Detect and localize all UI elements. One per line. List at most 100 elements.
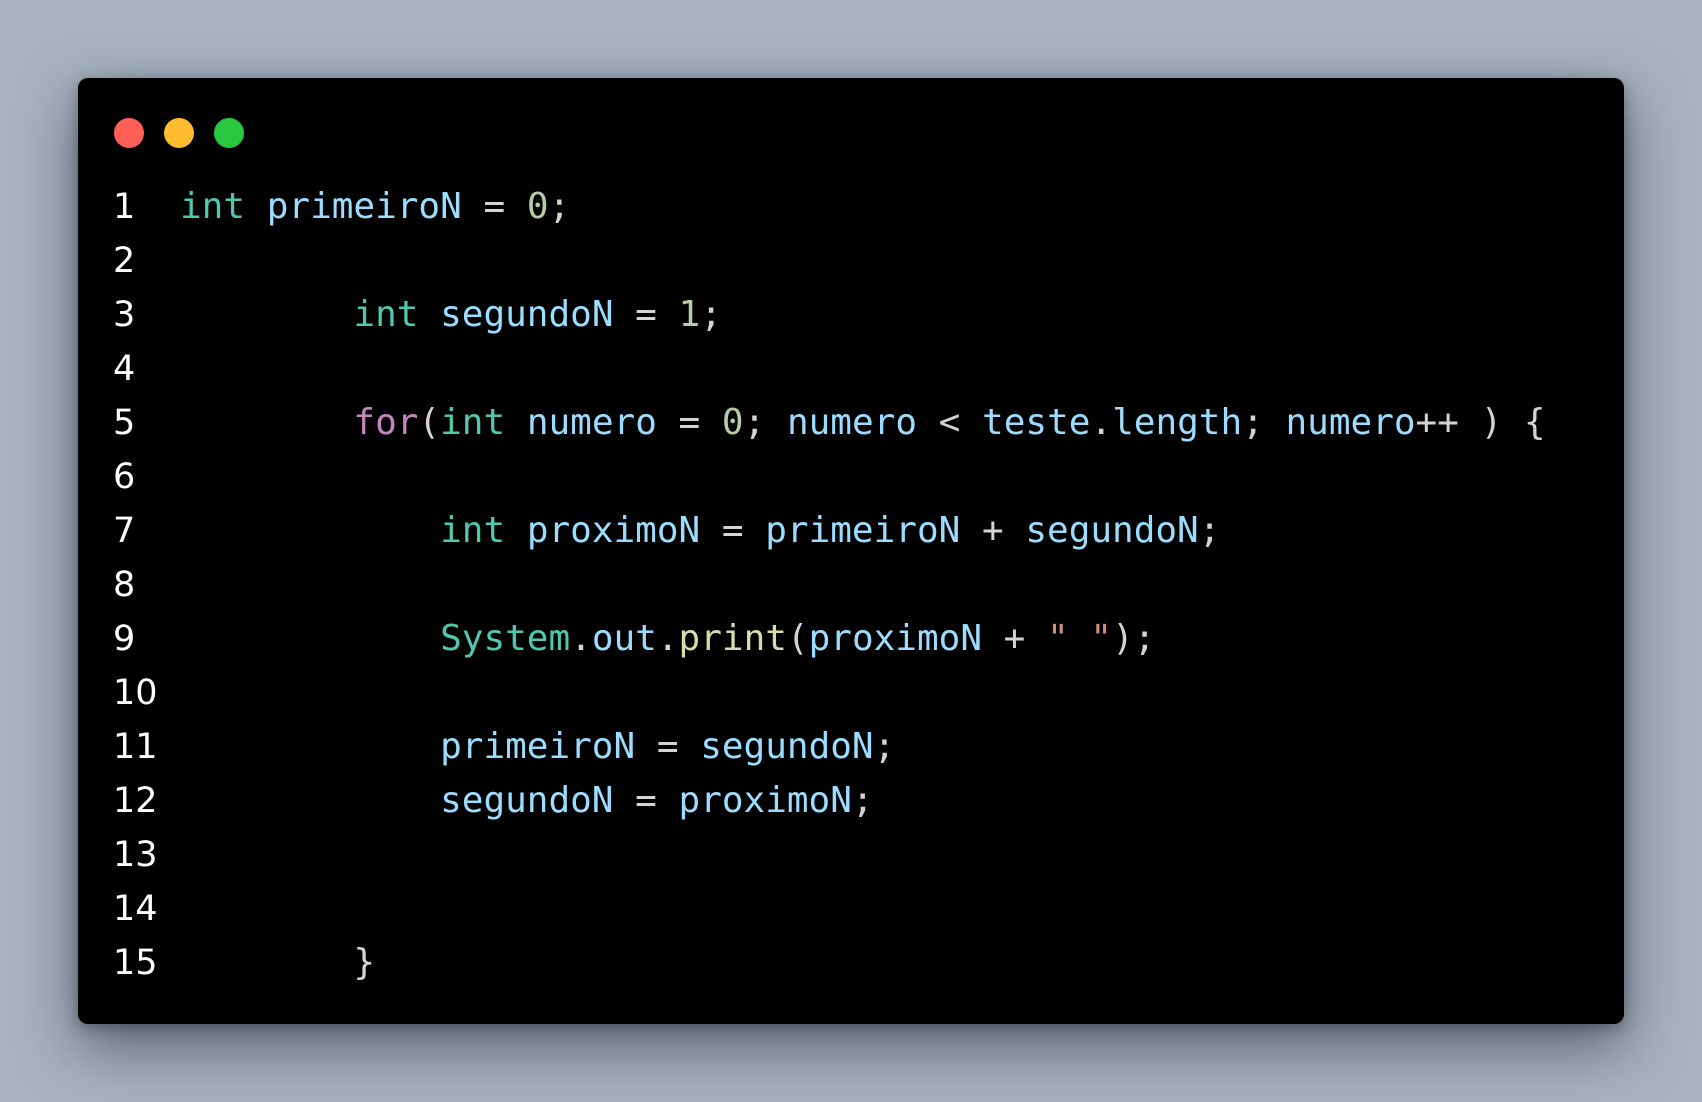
code-token: numero: [526, 402, 657, 443]
line-number: 13: [113, 835, 158, 875]
code-line: 5 for(int numero = 0; numero < teste.len…: [78, 396, 1624, 450]
code-editor[interactable]: 1 int primeiroN = 0; 2 3 int segundoN = 1; 4…: [78, 180, 1624, 990]
code-token: int: [180, 186, 246, 227]
code-line: 15 }: [78, 936, 1624, 990]
code-line: 6: [78, 450, 1624, 504]
code-text: for(int numero = 0; numero < teste.lengt…: [180, 396, 1546, 450]
code-token: proximoN: [808, 618, 982, 659]
code-line: 14: [78, 882, 1624, 936]
line-number: 11: [113, 727, 158, 767]
code-line: 4: [78, 342, 1624, 396]
code-token: numero: [1285, 402, 1416, 443]
code-text: int primeiroN = 0;: [180, 180, 570, 234]
code-token: =: [613, 780, 679, 821]
code-token: for: [353, 402, 419, 443]
code-token: +: [982, 618, 1048, 659]
code-token: out: [591, 618, 657, 659]
code-token: <: [917, 402, 983, 443]
code-token: " ": [1047, 618, 1113, 659]
code-text: }: [180, 936, 375, 990]
code-token: segundoN: [440, 294, 614, 335]
code-token: ;: [1198, 510, 1221, 551]
code-token: proximoN: [526, 510, 701, 551]
minimize-button[interactable]: [164, 118, 194, 148]
line-number: 8: [113, 565, 136, 605]
code-token: primeiroN: [765, 510, 961, 551]
code-token: segundoN: [700, 726, 874, 767]
code-line: 11 primeiroN = segundoN;: [78, 720, 1624, 774]
code-line: 10: [78, 666, 1624, 720]
code-window: 1 int primeiroN = 0; 2 3 int segundoN = 1; 4…: [78, 78, 1624, 1024]
code-token: 0: [526, 186, 549, 227]
code-token: .: [1090, 402, 1113, 443]
code-token: 1: [678, 294, 701, 335]
code-token: =: [700, 510, 766, 551]
line-number: 9: [113, 619, 136, 659]
code-token: segundoN: [440, 780, 614, 821]
code-token: (: [418, 402, 441, 443]
line-number: 15: [113, 943, 158, 983]
code-token: (: [786, 618, 809, 659]
code-token: System: [440, 618, 571, 659]
code-token: primeiroN: [440, 726, 636, 767]
code-text: segundoN = proximoN;: [180, 774, 874, 828]
line-number: 14: [113, 889, 158, 929]
code-token: ;: [548, 186, 571, 227]
code-token: ;: [873, 726, 896, 767]
code-token: =: [461, 186, 527, 227]
line-number: 7: [113, 511, 136, 551]
code-line: 8: [78, 558, 1624, 612]
code-token: =: [613, 294, 679, 335]
line-number: 2: [113, 241, 136, 281]
window-controls: [114, 118, 244, 148]
code-token: segundoN: [1025, 510, 1199, 551]
code-token: .: [570, 618, 592, 659]
code-token: primeiroN: [266, 186, 462, 227]
maximize-button[interactable]: [214, 118, 244, 148]
code-token: +: [960, 510, 1026, 551]
code-line: 1 int primeiroN = 0;: [78, 180, 1624, 234]
line-number: 6: [113, 457, 136, 497]
code-line: 2: [78, 234, 1624, 288]
code-token: ;: [851, 780, 874, 821]
code-token: =: [656, 402, 722, 443]
code-text: int segundoN = 1;: [180, 288, 722, 342]
code-token: }: [353, 942, 376, 983]
code-token: int: [440, 510, 506, 551]
code-token: );: [1112, 618, 1156, 659]
code-token: ;: [1242, 402, 1286, 443]
code-token: int: [353, 294, 419, 335]
code-token: print: [678, 618, 787, 659]
code-line: 9 System.out.print(proximoN + " ");: [78, 612, 1624, 666]
line-number: 1: [113, 187, 136, 227]
line-number: 10: [113, 673, 158, 713]
code-line: 3 int segundoN = 1;: [78, 288, 1624, 342]
code-line: 7 int proximoN = primeiroN + segundoN;: [78, 504, 1624, 558]
code-line: 12 segundoN = proximoN;: [78, 774, 1624, 828]
code-line: 13: [78, 828, 1624, 882]
code-token: numero: [786, 402, 917, 443]
line-number: 12: [113, 781, 158, 821]
line-number: 5: [113, 403, 136, 443]
code-token: =: [635, 726, 701, 767]
code-token: proximoN: [678, 780, 852, 821]
code-token: ;: [700, 294, 722, 335]
code-token: teste: [982, 402, 1091, 443]
code-token: ++ ) {: [1415, 402, 1546, 443]
code-token: .: [656, 618, 679, 659]
close-button[interactable]: [114, 118, 144, 148]
line-number: 4: [113, 349, 136, 389]
code-token: length: [1112, 402, 1243, 443]
code-text: int proximoN = primeiroN + segundoN;: [180, 504, 1220, 558]
